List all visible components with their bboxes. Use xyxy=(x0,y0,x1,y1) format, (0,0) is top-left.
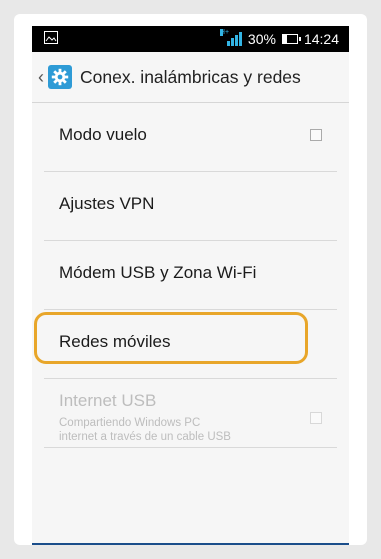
setting-summary-line: Compartiendo Windows PC xyxy=(59,417,201,429)
status-bar: H+ 30% 14:24 xyxy=(32,26,349,52)
setting-usb-internet: Internet USB Compartiendo Windows PC int… xyxy=(44,379,337,448)
settings-list: Modo vuelo Ajustes VPN Módem USB y Zona … xyxy=(32,103,349,448)
setting-label: Internet USB xyxy=(59,391,157,410)
setting-summary: Compartiendo Windows PC internet a travé… xyxy=(59,416,231,444)
setting-label: Módem USB y Zona Wi-Fi xyxy=(59,263,257,282)
setting-label: Modo vuelo xyxy=(59,125,147,144)
battery-percent: 30% xyxy=(247,31,276,47)
usb-internet-checkbox xyxy=(310,412,322,424)
chevron-left-icon[interactable]: ‹ xyxy=(38,68,46,86)
status-right-group: H+ 30% 14:24 xyxy=(219,29,339,49)
setting-airplane-mode[interactable]: Modo vuelo xyxy=(44,103,337,172)
signal-strength-icon: H+ xyxy=(219,29,242,46)
image-notification-icon xyxy=(44,31,58,49)
clock: 14:24 xyxy=(303,31,339,47)
network-type-label: H+ xyxy=(219,29,230,36)
setting-summary-line: internet a través de un cable USB xyxy=(59,431,231,443)
action-bar[interactable]: ‹ Conex. inalámbricas y redes xyxy=(32,52,349,103)
setting-usb-modem-hotspot[interactable]: Módem USB y Zona Wi-Fi xyxy=(44,241,337,310)
page-title: Conex. inalámbricas y redes xyxy=(80,66,301,87)
setting-label: Redes móviles xyxy=(59,332,171,351)
airplane-mode-checkbox[interactable] xyxy=(310,129,322,141)
phone-screen: H+ 30% 14:24 ‹ Conex. inalámbricas y red… xyxy=(32,26,349,545)
setting-label: Ajustes VPN xyxy=(59,194,155,213)
bottom-divider xyxy=(32,543,349,545)
setting-mobile-networks[interactable]: Redes móviles xyxy=(34,310,337,379)
setting-vpn[interactable]: Ajustes VPN xyxy=(44,172,337,241)
settings-gear-icon[interactable] xyxy=(48,65,72,89)
screenshot-frame: H+ 30% 14:24 ‹ Conex. inalámbricas y red… xyxy=(14,14,367,545)
battery-icon xyxy=(281,34,301,44)
